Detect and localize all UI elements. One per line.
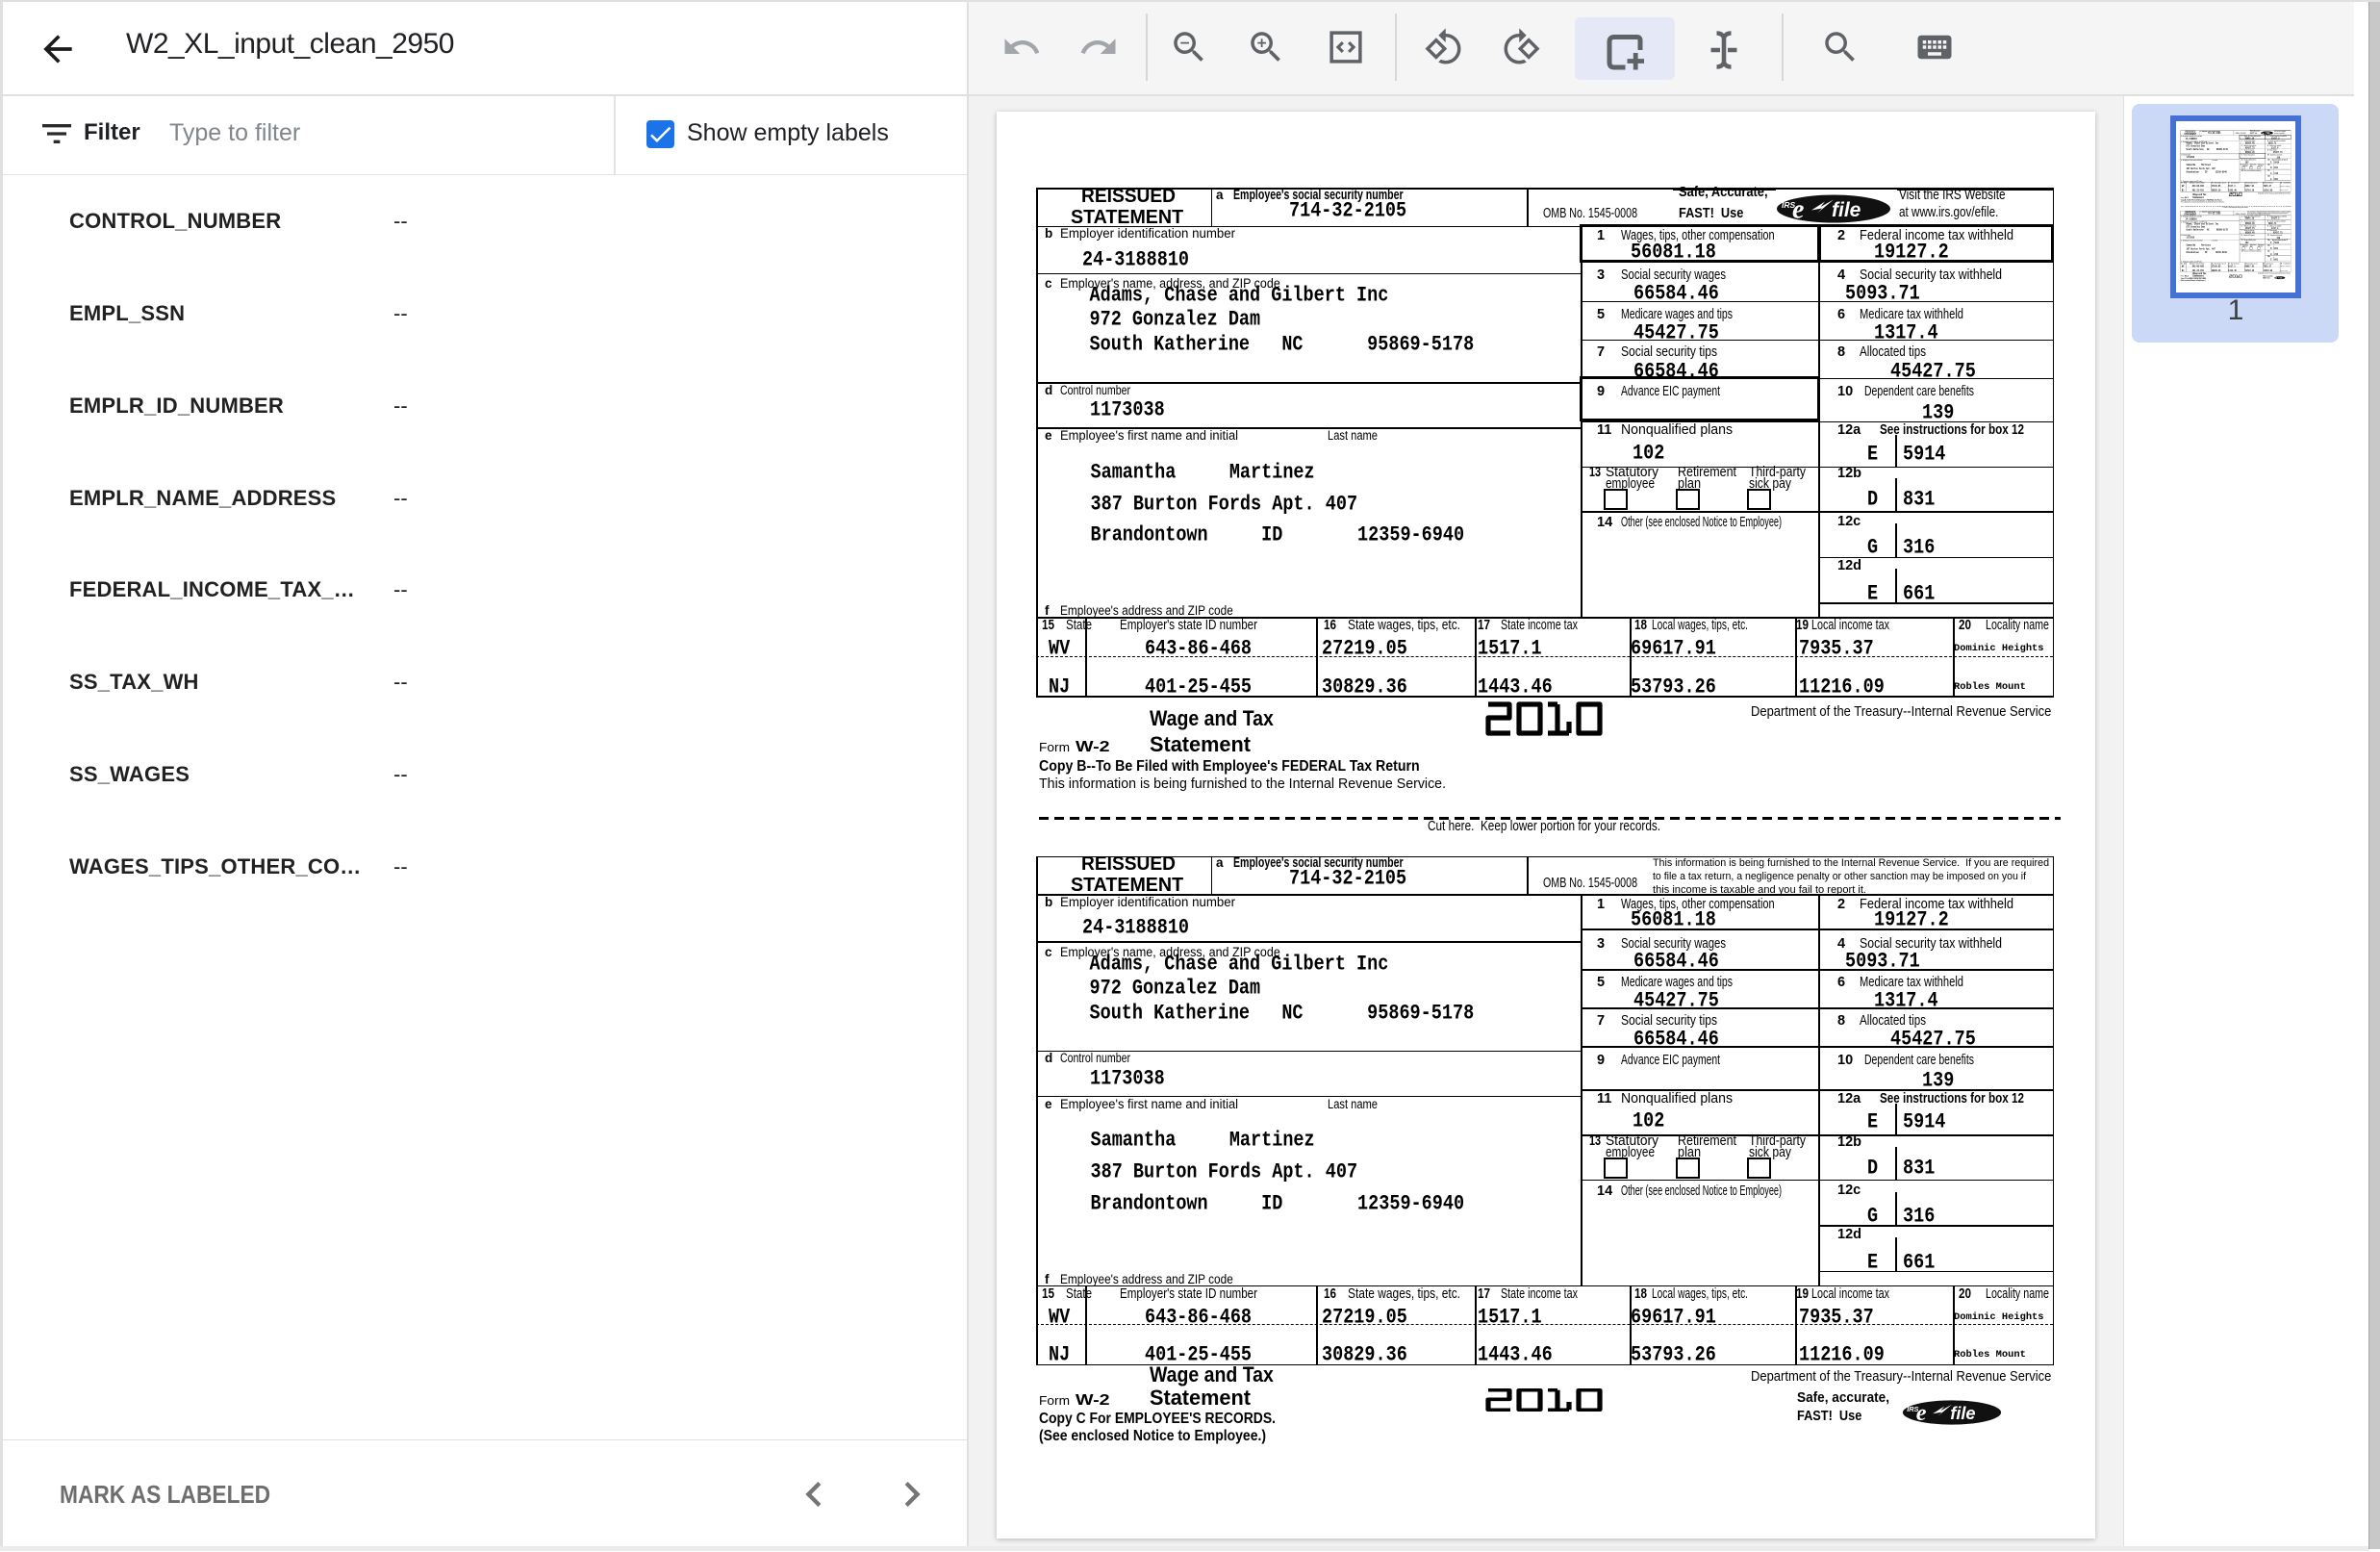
- svg-text:e: e: [1916, 1400, 1927, 1425]
- svg-text:file: file: [1832, 199, 1861, 221]
- svg-text:file: file: [1950, 1403, 1975, 1422]
- svg-text:e: e: [1792, 194, 1804, 223]
